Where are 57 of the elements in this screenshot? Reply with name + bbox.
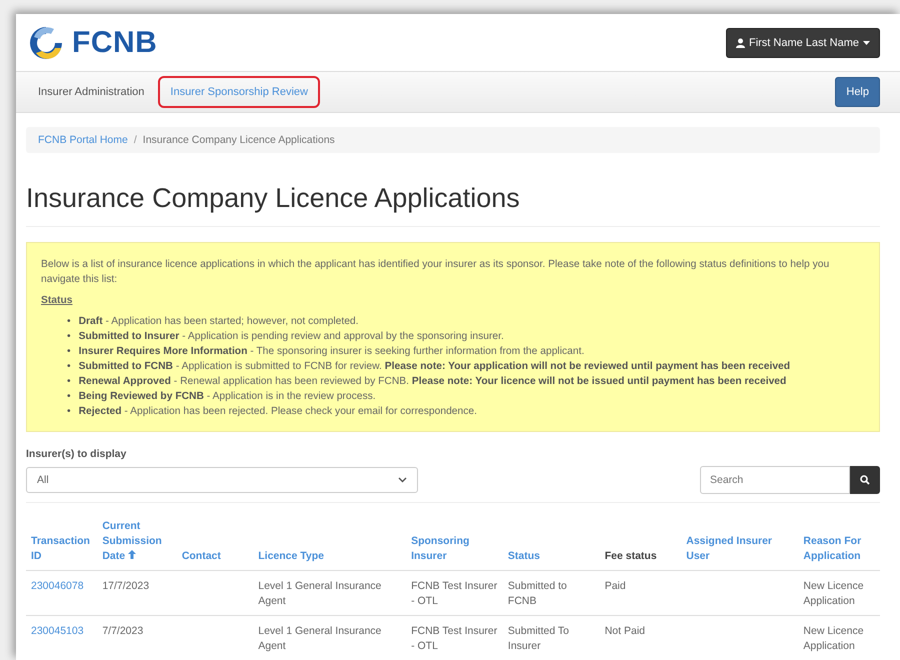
- breadcrumb-current: Insurance Company Licence Applications: [142, 134, 335, 146]
- status-definition: Being Reviewed by FCNB - Application is in the review process.: [78, 390, 376, 404]
- table-cell: New Licence Application: [798, 616, 880, 660]
- table-cell: Submitted To Insurer: [502, 616, 600, 660]
- breadcrumb-separator: /: [134, 134, 137, 146]
- column-header[interactable]: Licence Type: [253, 515, 406, 570]
- column-header[interactable]: Assigned Insurer User: [681, 515, 798, 570]
- sort-up-arrow-icon: [128, 550, 136, 559]
- breadcrumb-link[interactable]: FCNB Portal Home: [38, 134, 128, 146]
- table-cell: FCNB Test Insurer - OTL: [406, 616, 503, 660]
- user-icon: [736, 38, 745, 48]
- search-field[interactable]: Search: [700, 466, 850, 494]
- insurer-select[interactable]: All: [26, 467, 418, 493]
- help-button[interactable]: Help: [835, 77, 880, 107]
- transaction-link[interactable]: 230045103: [31, 625, 84, 637]
- chevron-down-icon: [398, 477, 407, 483]
- status-definition: Insurer Requires More Information - The sponsoring insurer is seeking further information from the applicant.: [78, 345, 584, 359]
- table-cell: Not Paid: [600, 616, 682, 660]
- column-header[interactable]: Sponsoring Insurer: [406, 515, 503, 570]
- status-definition: Submitted to FCNB - Application is submitted to FCNB for review. Please note: Your application will not be reviewed until payment has been received: [78, 360, 790, 374]
- logo-text: FCNB: [72, 26, 158, 60]
- table-cell: Level 1 General Insurance Agent: [253, 616, 406, 660]
- status-definition: Rejected - Application has been rejected. Please check your email for correspondence.: [78, 405, 477, 419]
- bullet: •: [67, 360, 71, 374]
- column-header[interactable]: Reason For Application: [798, 515, 880, 570]
- nav-tab[interactable]: Insurer Administration: [26, 76, 156, 108]
- user-menu-button[interactable]: First Name Last Name: [726, 28, 880, 58]
- column-header[interactable]: Current Submission Date: [97, 515, 177, 570]
- filter-label: Insurer(s) to display: [26, 448, 128, 460]
- table-cell: Submitted to FCNB: [502, 570, 600, 616]
- table-cell: New Licence Application: [798, 570, 880, 616]
- column-header[interactable]: Transaction ID: [26, 515, 98, 570]
- nav-tab[interactable]: Insurer Sponsorship Review: [158, 76, 320, 108]
- table-cell: Level 1 General Insurance Agent: [253, 570, 406, 616]
- bullet: •: [67, 375, 71, 389]
- status-definition: Submitted to Insurer - Application is pending review and approval by the sponsoring insurer.: [78, 330, 504, 344]
- notice-text: Below is a list of insurance licence applications in which the applicant has identified your insurer as its sponsor. Please take note of the following status definitions to help you navigate this list:: [41, 258, 830, 287]
- bullet: •: [67, 330, 71, 344]
- table-cell: 17/7/2023: [97, 570, 177, 616]
- table-cell: FCNB Test Insurer - OTL: [406, 570, 503, 616]
- status-definition: Draft - Application has been started; however, not completed.: [78, 315, 359, 329]
- status-definition: Renewal Approved - Renewal application has been reviewed by FCNB. Please note: Your licence will not be issued until payment has been received: [78, 375, 786, 389]
- column-header[interactable]: Contact: [176, 515, 254, 570]
- column-header[interactable]: Status: [502, 515, 600, 570]
- page-title: Insurance Company Licence Applications: [26, 183, 880, 227]
- caret-icon: [863, 40, 870, 44]
- column-header: Fee status: [600, 515, 682, 570]
- table-cell: 7/7/2023: [97, 616, 177, 660]
- search-button[interactable]: [850, 466, 880, 494]
- bullet: •: [67, 390, 71, 404]
- table-cell: Paid: [600, 570, 682, 616]
- bullet: •: [67, 405, 71, 419]
- transaction-link[interactable]: 230046078: [31, 580, 84, 592]
- bullet: •: [67, 315, 71, 329]
- search-icon: [860, 475, 870, 485]
- status-heading: Status: [41, 294, 74, 308]
- bullet: •: [67, 345, 71, 359]
